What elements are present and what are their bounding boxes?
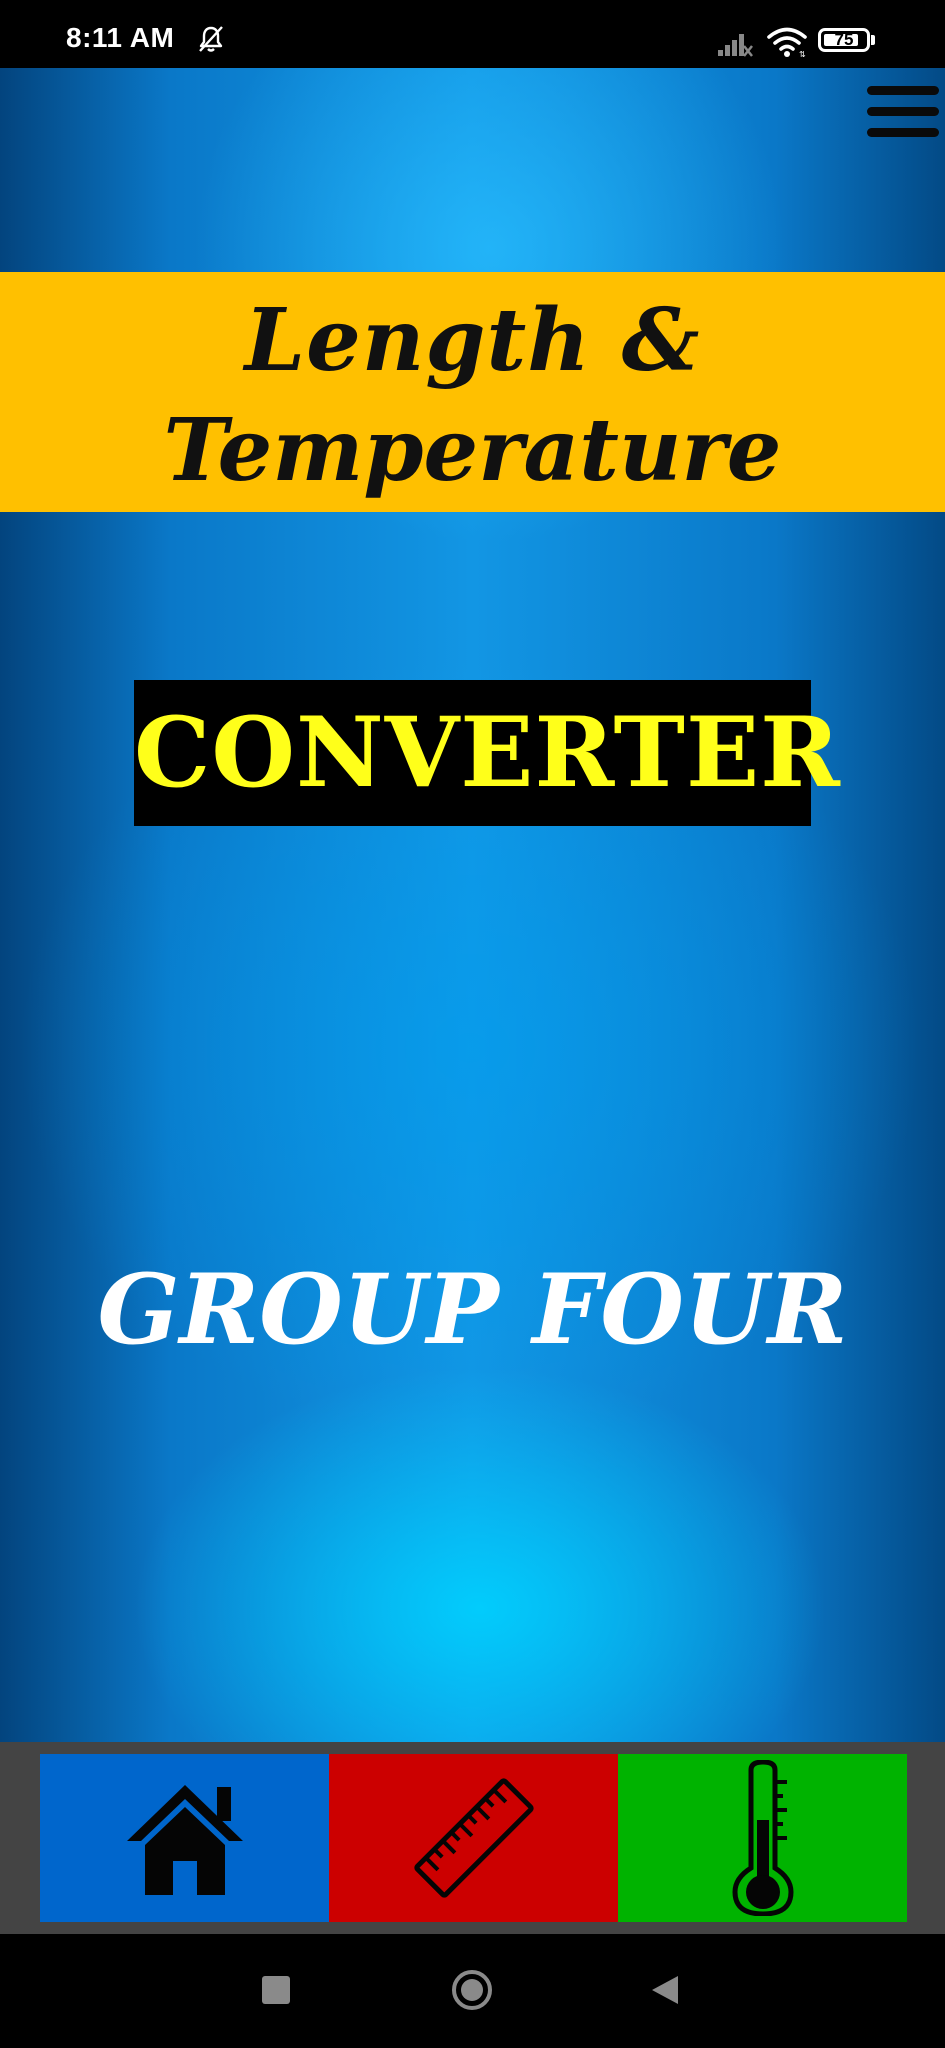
home-circle-icon[interactable] xyxy=(450,1968,494,2012)
bottom-nav xyxy=(0,1742,945,1934)
nav-temperature-button[interactable] xyxy=(618,1754,907,1922)
converter-label-box: CONVERTER xyxy=(134,680,840,826)
recent-apps-icon[interactable] xyxy=(262,1976,290,2004)
wifi-icon: ⇅ xyxy=(767,27,807,58)
menu-bar xyxy=(867,86,939,95)
bell-off-icon xyxy=(199,26,223,52)
battery-cap xyxy=(871,35,875,45)
ruler-icon xyxy=(413,1778,534,1898)
menu-bar xyxy=(867,128,939,137)
main-content: Length & Temperature CONVERTER GROUP FOU… xyxy=(0,68,945,1742)
menu-bar xyxy=(867,107,939,116)
svg-text:⇅: ⇅ xyxy=(799,50,806,58)
group-label: GROUP FOUR xyxy=(97,1253,848,1366)
nav-length-button[interactable] xyxy=(329,1754,618,1922)
system-nav-bar xyxy=(0,1934,945,2048)
status-time: 8:11 AM xyxy=(66,22,175,53)
status-bar: 8:11 AM ⇅ 75 xyxy=(0,0,945,68)
battery-icon: 75 xyxy=(818,28,878,56)
battery-level: 75 xyxy=(834,30,854,49)
thermometer-icon xyxy=(731,1760,794,1916)
title-banner: Length & Temperature xyxy=(0,272,945,512)
converter-label: CONVERTER xyxy=(134,696,841,809)
hamburger-menu-icon[interactable] xyxy=(867,84,939,140)
nav-home-button[interactable] xyxy=(40,1754,329,1922)
title-line-2: Temperature xyxy=(163,400,782,501)
app-screen: 8:11 AM ⇅ 75 Length & Temperature CONVER… xyxy=(0,0,945,2048)
back-icon[interactable] xyxy=(650,1974,680,2006)
title-line-1: Length & xyxy=(244,290,701,391)
home-icon xyxy=(126,1785,243,1895)
signal-icon xyxy=(718,34,753,57)
